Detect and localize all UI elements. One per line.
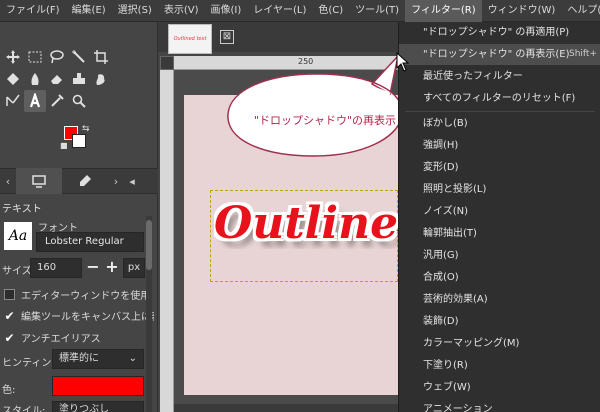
callout-text: "ドロップシャドウ"の再表示 — [253, 114, 397, 127]
path-icon[interactable] — [2, 90, 24, 112]
device-status-tab[interactable] — [62, 168, 108, 194]
tool-options-title: テキスト — [2, 204, 42, 215]
horizontal-scrollbar[interactable] — [174, 404, 398, 412]
menu-item-map[interactable]: カラーマッピング(M) — [399, 333, 600, 354]
edit-on-canvas-label: 編集ツールをキャンバス上に表 — [21, 312, 154, 323]
menu-item-web[interactable]: ウェブ(W) — [399, 377, 600, 398]
checkmark-icon[interactable]: ✔ — [4, 310, 15, 322]
zoom-icon[interactable] — [68, 90, 90, 112]
menu-item-decor[interactable]: 装飾(D) — [399, 311, 600, 332]
use-editor-label: エディターウィンドウを使用 — [21, 291, 151, 302]
size-unit-select[interactable]: px — [123, 258, 145, 278]
menubar: ファイル(F) 編集(E) 選択(S) 表示(V) 画像(I) レイヤー(L) … — [0, 0, 600, 22]
menu-item-render[interactable]: 下塗り(R) — [399, 355, 600, 376]
monitor-icon — [32, 175, 46, 188]
image-thumbnail-tab[interactable]: Outlined text — [168, 24, 212, 54]
size-decrease-button[interactable]: − — [84, 257, 102, 279]
antialias-checkbox-row[interactable]: ✔ アンチエイリアス — [4, 330, 154, 346]
chevron-down-icon: ⌄ — [128, 353, 137, 364]
font-field[interactable]: Lobster Regular — [36, 232, 144, 252]
eraser-icon[interactable] — [46, 68, 68, 90]
menu-tools[interactable]: ツール(T) — [349, 0, 405, 22]
size-field[interactable]: 160 — [30, 258, 82, 278]
checkmark-icon[interactable]: ✔ — [4, 332, 15, 344]
menu-help[interactable]: ヘルプ(H) — [561, 0, 600, 22]
canvas-text[interactable]: Outline — [214, 198, 398, 249]
crop-icon[interactable] — [90, 46, 112, 68]
vertical-ruler — [160, 70, 174, 412]
menu-item-blur[interactable]: ぼかし(B) — [399, 113, 600, 134]
hinting-select[interactable]: 標準的に ⌄ — [52, 349, 144, 369]
menu-layer[interactable]: レイヤー(L) — [247, 0, 312, 22]
menu-item-reshow-drop-shadow[interactable]: "ドロップシャドウ" の再表示(E) Shift+ — [399, 44, 600, 65]
size-increase-button[interactable]: + — [103, 257, 121, 279]
dock-tabs: ‹ › ◂ — [0, 168, 158, 194]
menu-windows[interactable]: ウィンドウ(W) — [482, 0, 562, 22]
style-select[interactable]: 塗りつぶし — [52, 401, 144, 412]
menu-item-light-shadow[interactable]: 照明と投影(L) — [399, 179, 600, 200]
mouse-cursor-icon — [396, 52, 410, 72]
menu-select[interactable]: 選択(S) — [112, 0, 158, 22]
background-color-swatch[interactable] — [72, 134, 86, 148]
menu-color[interactable]: 色(C) — [312, 0, 349, 22]
menu-edit[interactable]: 編集(E) — [66, 0, 112, 22]
smudge-icon[interactable] — [90, 68, 112, 90]
menu-item-generic[interactable]: 汎用(G) — [399, 245, 600, 266]
lasso-icon[interactable] — [46, 46, 68, 68]
move-icon[interactable] — [2, 46, 24, 68]
ink-icon[interactable] — [24, 68, 46, 90]
style-label: スタイル: — [2, 406, 46, 412]
text-icon[interactable] — [24, 90, 46, 112]
chevron-left-icon[interactable]: ‹ — [0, 168, 16, 194]
menu-item-enhance[interactable]: 強調(H) — [399, 135, 600, 156]
shortcut-label: Shift+ — [569, 49, 597, 59]
hinting-value: 標準的に — [59, 353, 99, 364]
dock-menu-icon[interactable]: ◂ — [124, 168, 140, 194]
menu-item-recent-filters[interactable]: 最近使ったフィルター — [399, 66, 600, 87]
callout-bubble — [227, 53, 403, 157]
clone-icon[interactable] — [68, 68, 90, 90]
filter-menu: "ドロップシャドウ" の再適用(P) "ドロップシャドウ" の再表示(E) Shi… — [398, 22, 600, 412]
menu-item-reapply-drop-shadow[interactable]: "ドロップシャドウ" の再適用(P) — [399, 22, 600, 43]
chevron-right-icon[interactable]: › — [108, 168, 124, 194]
use-editor-checkbox[interactable] — [4, 289, 15, 300]
menu-item-animation[interactable]: アニメーション — [399, 399, 600, 412]
use-editor-checkbox-row[interactable]: エディターウィンドウを使用 — [4, 287, 154, 302]
menu-item-reset-all-filters[interactable]: すべてのフィルターのリセット(F) — [399, 88, 600, 109]
close-image-icon[interactable]: ⊠ — [220, 30, 234, 44]
menu-item-distorts[interactable]: 変形(D) — [399, 157, 600, 178]
rect-select-icon[interactable] — [24, 46, 46, 68]
bucket-fill-icon[interactable] — [2, 68, 24, 90]
color-picker-icon[interactable] — [46, 90, 68, 112]
fuzzy-select-icon[interactable] — [68, 46, 90, 68]
tool-options-tab[interactable] — [16, 168, 62, 194]
menu-item-combine[interactable]: 合成(O) — [399, 267, 600, 288]
tools-grid — [2, 46, 112, 112]
menu-item-edge-detect[interactable]: 輪郭抽出(T) — [399, 223, 600, 244]
menu-view[interactable]: 表示(V) — [158, 0, 205, 22]
menu-separator — [405, 111, 595, 112]
edit-on-canvas-checkbox-row[interactable]: ✔ 編集ツールをキャンバス上に表 — [4, 308, 154, 324]
reset-colors-icon[interactable]: ■ — [60, 141, 68, 150]
menu-image[interactable]: 画像(I) — [205, 0, 248, 22]
menu-filters[interactable]: フィルター(R) — [405, 0, 482, 22]
text-color-swatch[interactable] — [52, 376, 144, 396]
menu-file[interactable]: ファイル(F) — [0, 0, 66, 22]
antialias-label: アンチエイリアス — [21, 334, 101, 345]
font-preview[interactable]: Aa — [4, 222, 32, 250]
menu-item-noise[interactable]: ノイズ(N) — [399, 201, 600, 222]
swap-colors-icon[interactable]: ⇆ — [82, 124, 90, 134]
brush-icon — [80, 175, 91, 186]
menu-item-artistic[interactable]: 芸術的効果(A) — [399, 289, 600, 310]
ruler-corner-icon[interactable] — [160, 56, 174, 70]
options-scrollbar-thumb[interactable] — [146, 220, 152, 270]
color-label: 色: — [2, 385, 16, 396]
